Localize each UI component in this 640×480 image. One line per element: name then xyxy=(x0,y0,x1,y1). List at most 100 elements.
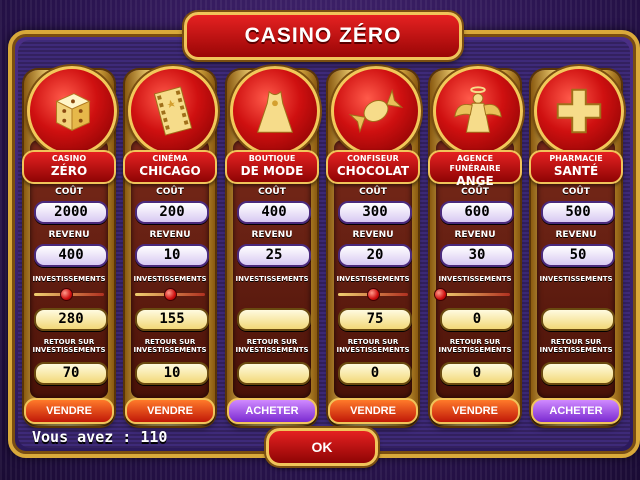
cross-icon xyxy=(534,66,624,156)
business-name: CHICAGO xyxy=(139,164,201,178)
business-name-plate: PHARMACIE SANTÉ xyxy=(529,150,623,184)
business-name-plate: AGENCE FUNÉRAIRE ANGE xyxy=(428,150,522,188)
business-card: CASINO ZÉRO COÛT 2000 REVENU 400 INVESTI… xyxy=(22,66,117,426)
cost-label: COÛT xyxy=(562,187,590,197)
business-name: ANGE xyxy=(456,174,494,188)
roi-value: 70 xyxy=(34,362,108,385)
business-card: AGENCE FUNÉRAIRE ANGE COÛT 600 REVENU 30… xyxy=(428,66,523,426)
business-name: ZÉRO xyxy=(50,164,88,178)
sell-button[interactable]: VENDRE xyxy=(328,398,418,424)
investments-label: INVESTISSEMENTS xyxy=(32,275,106,283)
candy-icon xyxy=(331,66,421,156)
revenue-value: 25 xyxy=(237,244,311,267)
investment-value: 155 xyxy=(135,308,209,331)
investment-value: 0 xyxy=(440,308,514,331)
roi-label-1: RETOUR SUR xyxy=(449,338,501,346)
cost-label: COÛT xyxy=(55,187,83,197)
revenue-label: REVENU xyxy=(352,230,394,240)
business-card: BOUTIQUE DE MODE COÛT 400 REVENU 25 INVE… xyxy=(225,66,320,426)
cost-value: 400 xyxy=(237,201,311,224)
cost-value: 600 xyxy=(440,201,514,224)
cost-label: COÛT xyxy=(359,187,387,197)
roi-value: 0 xyxy=(440,362,514,385)
dress-icon xyxy=(230,66,320,156)
investment-value: 75 xyxy=(338,308,412,331)
cost-value: 200 xyxy=(135,201,209,224)
investment-slider[interactable] xyxy=(135,288,205,301)
investment-slider[interactable] xyxy=(434,288,510,301)
investment-value xyxy=(541,308,615,331)
investments-label: INVESTISSEMENTS xyxy=(539,275,613,283)
roi-label-2: INVESTISSEMENTS xyxy=(32,346,106,354)
buy-button[interactable]: ACHETER xyxy=(227,398,317,424)
business-name: SANTÉ xyxy=(553,164,599,178)
ok-button[interactable]: OK xyxy=(266,428,378,466)
cost-label: COÛT xyxy=(258,187,286,197)
revenue-value: 400 xyxy=(34,244,108,267)
roi-value: 10 xyxy=(135,362,209,385)
revenue-label: REVENU xyxy=(149,230,191,240)
roi-label-1: RETOUR SUR xyxy=(550,338,602,346)
sell-button[interactable]: VENDRE xyxy=(24,398,114,424)
roi-label-1: RETOUR SUR xyxy=(246,338,298,346)
business-card: PHARMACIE SANTÉ COÛT 500 REVENU 50 INVES… xyxy=(529,66,624,426)
slider-knob[interactable] xyxy=(367,288,380,301)
slider-knob[interactable] xyxy=(434,288,447,301)
business-name-plate: BOUTIQUE DE MODE xyxy=(225,150,319,184)
investment-value xyxy=(237,308,311,331)
investment-slider[interactable] xyxy=(34,288,104,301)
roi-label-2: INVESTISSEMENTS xyxy=(235,346,309,354)
business-type: AGENCE FUNÉRAIRE xyxy=(449,154,501,173)
investments-label: INVESTISSEMENTS xyxy=(336,275,410,283)
revenue-value: 10 xyxy=(135,244,209,267)
revenue-label: REVENU xyxy=(251,230,293,240)
roi-label-1: RETOUR SUR xyxy=(347,338,399,346)
business-type: BOUTIQUE xyxy=(248,154,296,163)
money-display: Vous avez : 110 xyxy=(32,428,168,446)
roi-value: 0 xyxy=(338,362,412,385)
business-card: CINÉMA CHICAGO COÛT 200 REVENU 10 INVEST… xyxy=(123,66,218,426)
roi-value xyxy=(541,362,615,385)
cost-label: COÛT xyxy=(156,187,184,197)
business-type: CASINO xyxy=(51,154,87,163)
investment-slider[interactable] xyxy=(338,288,408,301)
revenue-label: REVENU xyxy=(555,230,597,240)
business-type: CINÉMA xyxy=(152,154,188,163)
game-screen: CASINO ZÉRO CASINO ZÉRO COÛT 2000 REVENU… xyxy=(0,0,640,480)
roi-label-2: INVESTISSEMENTS xyxy=(539,346,613,354)
roi-value xyxy=(237,362,311,385)
panel-title: CASINO ZÉRO xyxy=(184,12,462,60)
cost-label: COÛT xyxy=(461,187,489,197)
investments-label: INVESTISSEMENTS xyxy=(235,275,309,283)
business-name: CHOCOLAT xyxy=(336,164,410,178)
business-name-plate: CONFISEUR CHOCOLAT xyxy=(326,150,420,184)
revenue-value: 30 xyxy=(440,244,514,267)
investments-label: INVESTISSEMENTS xyxy=(133,275,207,283)
revenue-label: REVENU xyxy=(48,230,90,240)
business-card: CONFISEUR CHOCOLAT COÛT 300 REVENU 20 IN… xyxy=(326,66,421,426)
roi-label-2: INVESTISSEMENTS xyxy=(336,346,410,354)
film-icon xyxy=(128,66,218,156)
roi-label-1: RETOUR SUR xyxy=(43,338,95,346)
investments-label: INVESTISSEMENTS xyxy=(438,275,512,283)
dice-icon xyxy=(27,66,117,156)
angel-icon xyxy=(433,66,523,156)
revenue-label: REVENU xyxy=(454,230,496,240)
cost-value: 2000 xyxy=(34,201,108,224)
revenue-value: 20 xyxy=(338,244,412,267)
business-type: CONFISEUR xyxy=(347,154,399,163)
roi-label-2: INVESTISSEMENTS xyxy=(133,346,207,354)
sell-button[interactable]: VENDRE xyxy=(430,398,520,424)
cost-value: 300 xyxy=(338,201,412,224)
business-name-plate: CASINO ZÉRO xyxy=(22,150,116,184)
slider-knob[interactable] xyxy=(59,288,73,301)
slider-knob[interactable] xyxy=(164,288,177,301)
business-type: PHARMACIE xyxy=(549,154,603,163)
cost-value: 500 xyxy=(541,201,615,224)
sell-button[interactable]: VENDRE xyxy=(125,398,215,424)
revenue-value: 50 xyxy=(541,244,615,267)
buy-button[interactable]: ACHETER xyxy=(531,398,621,424)
business-name-plate: CINÉMA CHICAGO xyxy=(123,150,217,184)
investment-value: 280 xyxy=(34,308,108,331)
roi-label-2: INVESTISSEMENTS xyxy=(438,346,512,354)
